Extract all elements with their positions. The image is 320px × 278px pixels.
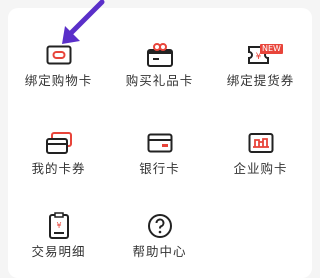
enterprise-card-icon (243, 128, 279, 158)
bank-card-item[interactable]: 银行卡 (109, 88, 210, 176)
transaction-detail-icon: ¥ (41, 211, 77, 241)
my-cards-icon (41, 128, 77, 158)
item-label: 绑定购物卡 (24, 73, 93, 88)
enterprise-card-item[interactable]: 企业购卡 (210, 88, 311, 176)
item-label: 帮助中心 (132, 244, 187, 259)
help-icon (142, 211, 178, 241)
help-center-item[interactable]: 帮助中心 (109, 171, 210, 259)
buy-gift-card-item[interactable]: 购买礼品卡 (109, 0, 210, 88)
bind-pickup-voucher-item[interactable]: ¥ 绑定提货券 (210, 0, 311, 88)
svg-text:¥: ¥ (56, 221, 61, 230)
new-badge: NEW (260, 44, 283, 54)
bank-card-icon (142, 128, 178, 158)
my-cards-item[interactable]: 我的卡券 (8, 88, 109, 176)
transaction-detail-item[interactable]: ¥ 交易明细 (8, 171, 109, 259)
item-label: 交易明细 (31, 244, 86, 259)
gift-card-icon (142, 40, 178, 70)
bind-card-icon (41, 40, 77, 70)
item-label: 企业购卡 (233, 161, 288, 176)
item-label: 绑定提货券 (226, 73, 295, 88)
bind-shopping-card-item[interactable]: 绑定购物卡 (8, 0, 109, 88)
item-label: 购买礼品卡 (125, 73, 194, 88)
